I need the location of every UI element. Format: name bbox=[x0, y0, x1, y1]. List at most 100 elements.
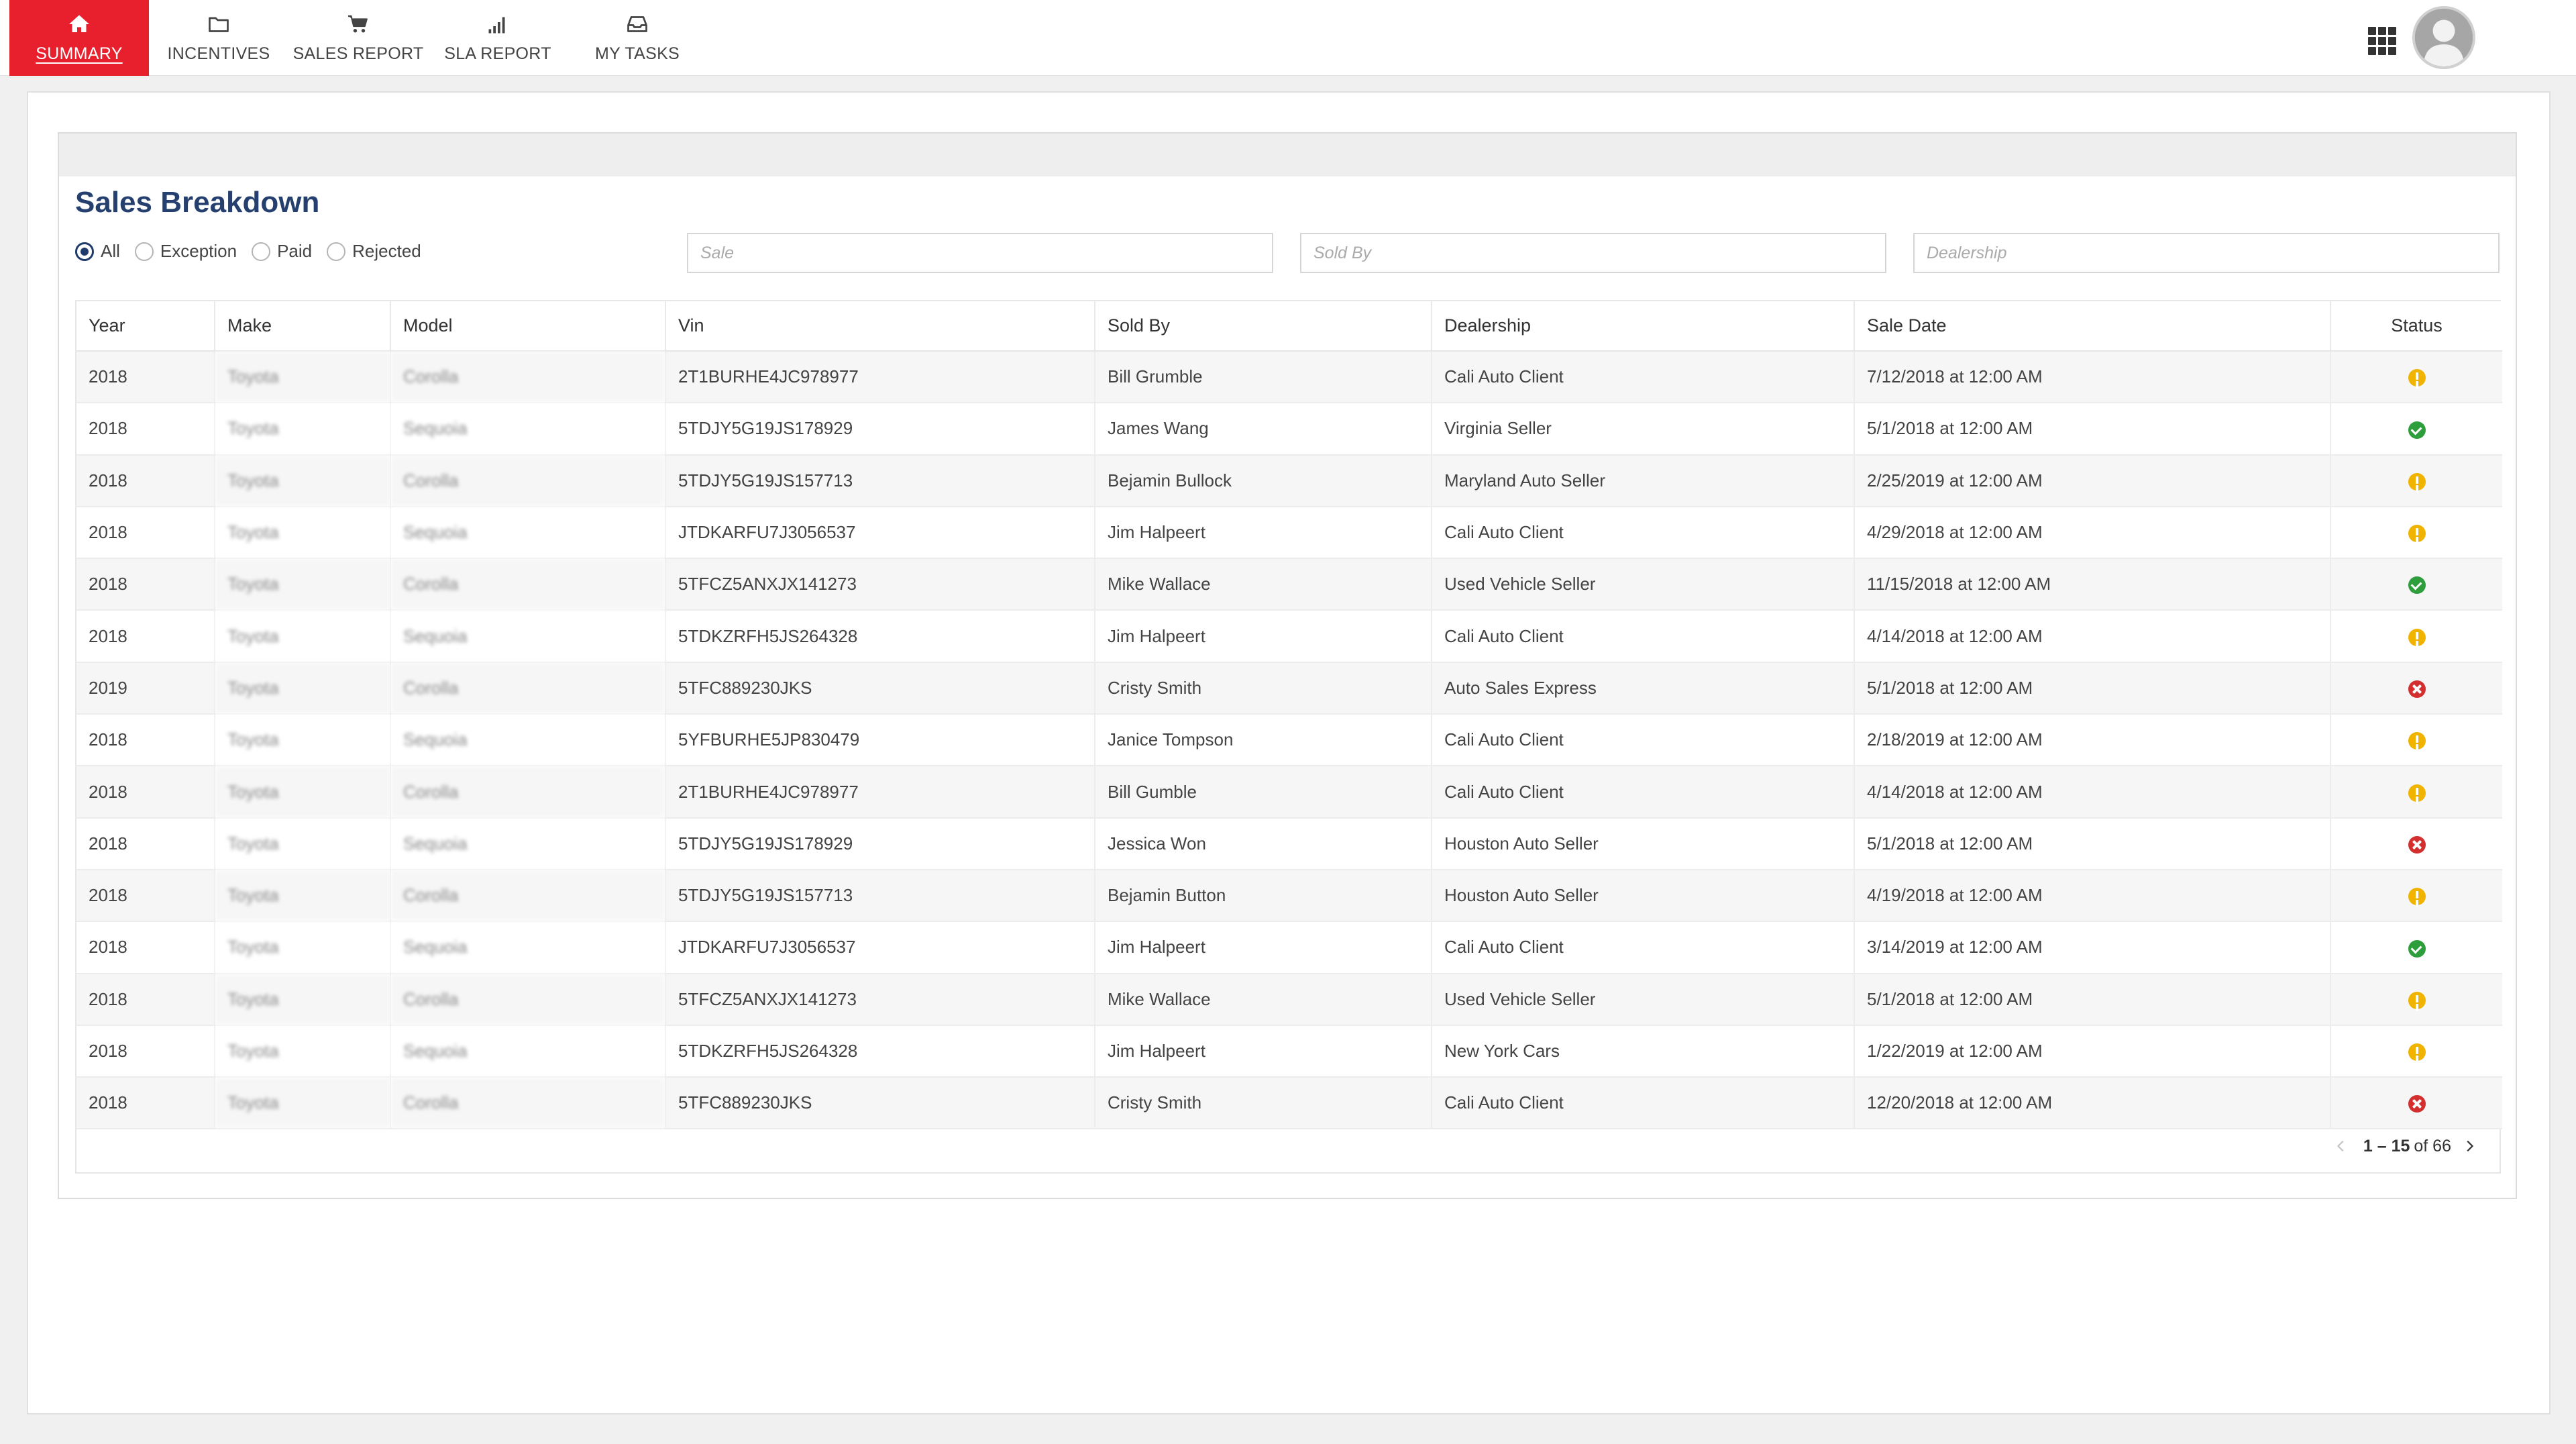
cell-sale-date: 4/19/2018 at 12:00 AM bbox=[1854, 869, 2331, 923]
table-body: 2018 Toyota Corolla 2T1BURHE4JC978977 Bill G… bbox=[76, 351, 2502, 1130]
cell-make: Toyota bbox=[215, 662, 391, 715]
nav-incentives-label: INCENTIVES bbox=[167, 44, 270, 63]
cell-dealership: Cali Auto Client bbox=[1432, 1077, 1855, 1130]
cell-vin: 5TDKZRFH5JS264328 bbox=[665, 1025, 1095, 1078]
cell-vin: 5TFC889230JKS bbox=[665, 662, 1095, 715]
nav-incentives[interactable]: INCENTIVES bbox=[149, 0, 288, 76]
cell-vin: 5TDJY5G19JS157713 bbox=[665, 454, 1095, 507]
cell-sale-date: 5/1/2018 at 12:00 AM bbox=[1854, 403, 2331, 456]
cell-sold-by: Bejamin Bullock bbox=[1095, 454, 1432, 507]
cell-status bbox=[2330, 766, 2502, 819]
radio-rejected[interactable]: Rejected bbox=[327, 241, 421, 262]
cell-sale-date: 2/25/2019 at 12:00 AM bbox=[1854, 454, 2331, 507]
column-header-sold-by[interactable]: Sold By bbox=[1095, 301, 1432, 352]
column-header-sale-date[interactable]: Sale Date bbox=[1854, 301, 2331, 352]
table-row[interactable]: 2018 Toyota Corolla 5TFCZ5ANXJX141273 Mike W… bbox=[76, 558, 2502, 611]
status-approved-icon bbox=[2408, 421, 2426, 439]
table-row[interactable]: 2018 Toyota Corolla 5TDJY5G19JS157713 Bejami… bbox=[76, 454, 2502, 507]
cell-sold-by: Janice Tompson bbox=[1095, 714, 1432, 767]
cell-make: Toyota bbox=[215, 610, 391, 663]
radio-dot bbox=[134, 242, 154, 261]
sale-filter-input[interactable] bbox=[687, 233, 1273, 273]
column-header-vin[interactable]: Vin bbox=[665, 301, 1095, 352]
radio-paid[interactable]: Paid bbox=[252, 241, 312, 262]
table-row[interactable]: 2018 Toyota Sequoia 5YFBURHE5JP830479 Janice… bbox=[76, 714, 2502, 767]
table-row[interactable]: 2018 Toyota Sequoia JTDKARFU7J3056537 Jim Ha… bbox=[76, 921, 2502, 974]
apps-grid-icon[interactable] bbox=[2368, 27, 2396, 55]
cell-sold-by: Cristy Smith bbox=[1095, 1077, 1432, 1130]
nav-my-tasks[interactable]: MY TASKS bbox=[568, 0, 707, 76]
column-header-make[interactable]: Make bbox=[215, 301, 391, 352]
cell-model: Sequoia bbox=[390, 1025, 666, 1078]
previous-page-button[interactable] bbox=[2331, 1136, 2351, 1156]
cell-sold-by: James Wang bbox=[1095, 403, 1432, 456]
table-row[interactable]: 2018 Toyota Sequoia JTDKARFU7J3056537 Jim Ha… bbox=[76, 506, 2502, 560]
cell-make: Toyota bbox=[215, 921, 391, 974]
folder-icon bbox=[207, 12, 231, 36]
cell-model: Corolla bbox=[390, 973, 666, 1026]
nav-summary-label: SUMMARY bbox=[36, 44, 123, 63]
cell-dealership: Cali Auto Client bbox=[1432, 921, 1855, 974]
pagination-total: of 66 bbox=[2414, 1136, 2451, 1155]
table-row[interactable]: 2018 Toyota Corolla 5TFCZ5ANXJX141273 Mike W… bbox=[76, 973, 2502, 1026]
table-row[interactable]: 2018 Toyota Corolla 5TFC889230JKS Cristy Smi… bbox=[76, 1077, 2502, 1130]
cell-status bbox=[2330, 558, 2502, 611]
next-page-button[interactable] bbox=[2459, 1136, 2479, 1156]
cell-sold-by: Jim Halpeert bbox=[1095, 506, 1432, 560]
avatar[interactable] bbox=[2412, 6, 2475, 69]
table-row[interactable]: 2018 Toyota Sequoia 5TDKZRFH5JS264328 Jim Ha… bbox=[76, 1025, 2502, 1078]
status-pending-icon bbox=[2408, 888, 2426, 906]
cell-sale-date: 5/1/2018 at 12:00 AM bbox=[1854, 817, 2331, 870]
column-header-year[interactable]: Year bbox=[76, 301, 215, 352]
cell-make: Toyota bbox=[215, 351, 391, 404]
cell-year: 2018 bbox=[76, 1025, 215, 1078]
status-pending-icon bbox=[2408, 525, 2426, 543]
cell-vin: 2T1BURHE4JC978977 bbox=[665, 766, 1095, 819]
cell-sold-by: Bill Gumble bbox=[1095, 766, 1432, 819]
cell-model: Corolla bbox=[390, 454, 666, 507]
table-row[interactable]: 2018 Toyota Corolla 5TDJY5G19JS157713 Bejami… bbox=[76, 869, 2502, 923]
cell-status bbox=[2330, 662, 2502, 715]
cell-status bbox=[2330, 403, 2502, 456]
status-pending-icon bbox=[2408, 472, 2426, 491]
table-row[interactable]: 2018 Toyota Sequoia 5TDKZRFH5JS264328 Jim Ha… bbox=[76, 610, 2502, 663]
cell-status bbox=[2330, 610, 2502, 663]
table-row[interactable]: 2018 Toyota Corolla 2T1BURHE4JC978977 Bill G… bbox=[76, 766, 2502, 819]
nav-sla-report[interactable]: SLA REPORT bbox=[428, 0, 568, 76]
column-header-model[interactable]: Model bbox=[390, 301, 666, 352]
cell-model: Corolla bbox=[390, 351, 666, 404]
user-silhouette-icon bbox=[2415, 9, 2473, 66]
cell-dealership: Cali Auto Client bbox=[1432, 766, 1855, 819]
cell-year: 2018 bbox=[76, 1077, 215, 1130]
table-row[interactable]: 2019 Toyota Corolla 5TFC889230JKS Cristy Smi… bbox=[76, 662, 2502, 715]
cell-vin: 5TDKZRFH5JS264328 bbox=[665, 610, 1095, 663]
cell-status bbox=[2330, 817, 2502, 870]
cell-make: Toyota bbox=[215, 766, 391, 819]
radio-all[interactable]: All bbox=[75, 241, 120, 262]
cell-sale-date: 4/14/2018 at 12:00 AM bbox=[1854, 610, 2331, 663]
table-row[interactable]: 2018 Toyota Corolla 2T1BURHE4JC978977 Bill G… bbox=[76, 351, 2502, 404]
cart-icon bbox=[346, 12, 370, 36]
status-filter-radios: All Exception Paid Rejected bbox=[75, 241, 436, 262]
nav-sales-report[interactable]: SALES REPORT bbox=[288, 0, 428, 76]
chevron-left-icon bbox=[2337, 1140, 2344, 1152]
table-row[interactable]: 2018 Toyota Sequoia 5TDJY5G19JS178929 James … bbox=[76, 403, 2502, 456]
radio-dot bbox=[75, 242, 94, 261]
cell-model: Sequoia bbox=[390, 921, 666, 974]
column-header-dealership[interactable]: Dealership bbox=[1432, 301, 1855, 352]
cell-vin: 5TFC889230JKS bbox=[665, 1077, 1095, 1130]
table-row[interactable]: 2018 Toyota Sequoia 5TDJY5G19JS178929 Jessic… bbox=[76, 817, 2502, 870]
sold-by-filter-input[interactable] bbox=[1300, 233, 1886, 273]
cell-vin: 5TFCZ5ANXJX141273 bbox=[665, 558, 1095, 611]
radio-exception[interactable]: Exception bbox=[134, 241, 237, 262]
cell-status bbox=[2330, 921, 2502, 974]
cell-model: Corolla bbox=[390, 766, 666, 819]
column-header-status[interactable]: Status bbox=[2330, 301, 2502, 352]
table-header-row: Year Make Model Vin Sold By Dealership S… bbox=[76, 301, 2502, 352]
top-navigation-bar: SUMMARY INCENTIVES SALES REPORT SLA REPO… bbox=[0, 0, 2576, 76]
dealership-filter-input[interactable] bbox=[1913, 233, 2500, 273]
cell-sale-date: 2/18/2019 at 12:00 AM bbox=[1854, 714, 2331, 767]
sales-table-container: Year Make Model Vin Sold By Dealership S… bbox=[75, 300, 2502, 1174]
signal-bars-icon bbox=[486, 12, 510, 36]
nav-summary[interactable]: SUMMARY bbox=[9, 0, 149, 76]
